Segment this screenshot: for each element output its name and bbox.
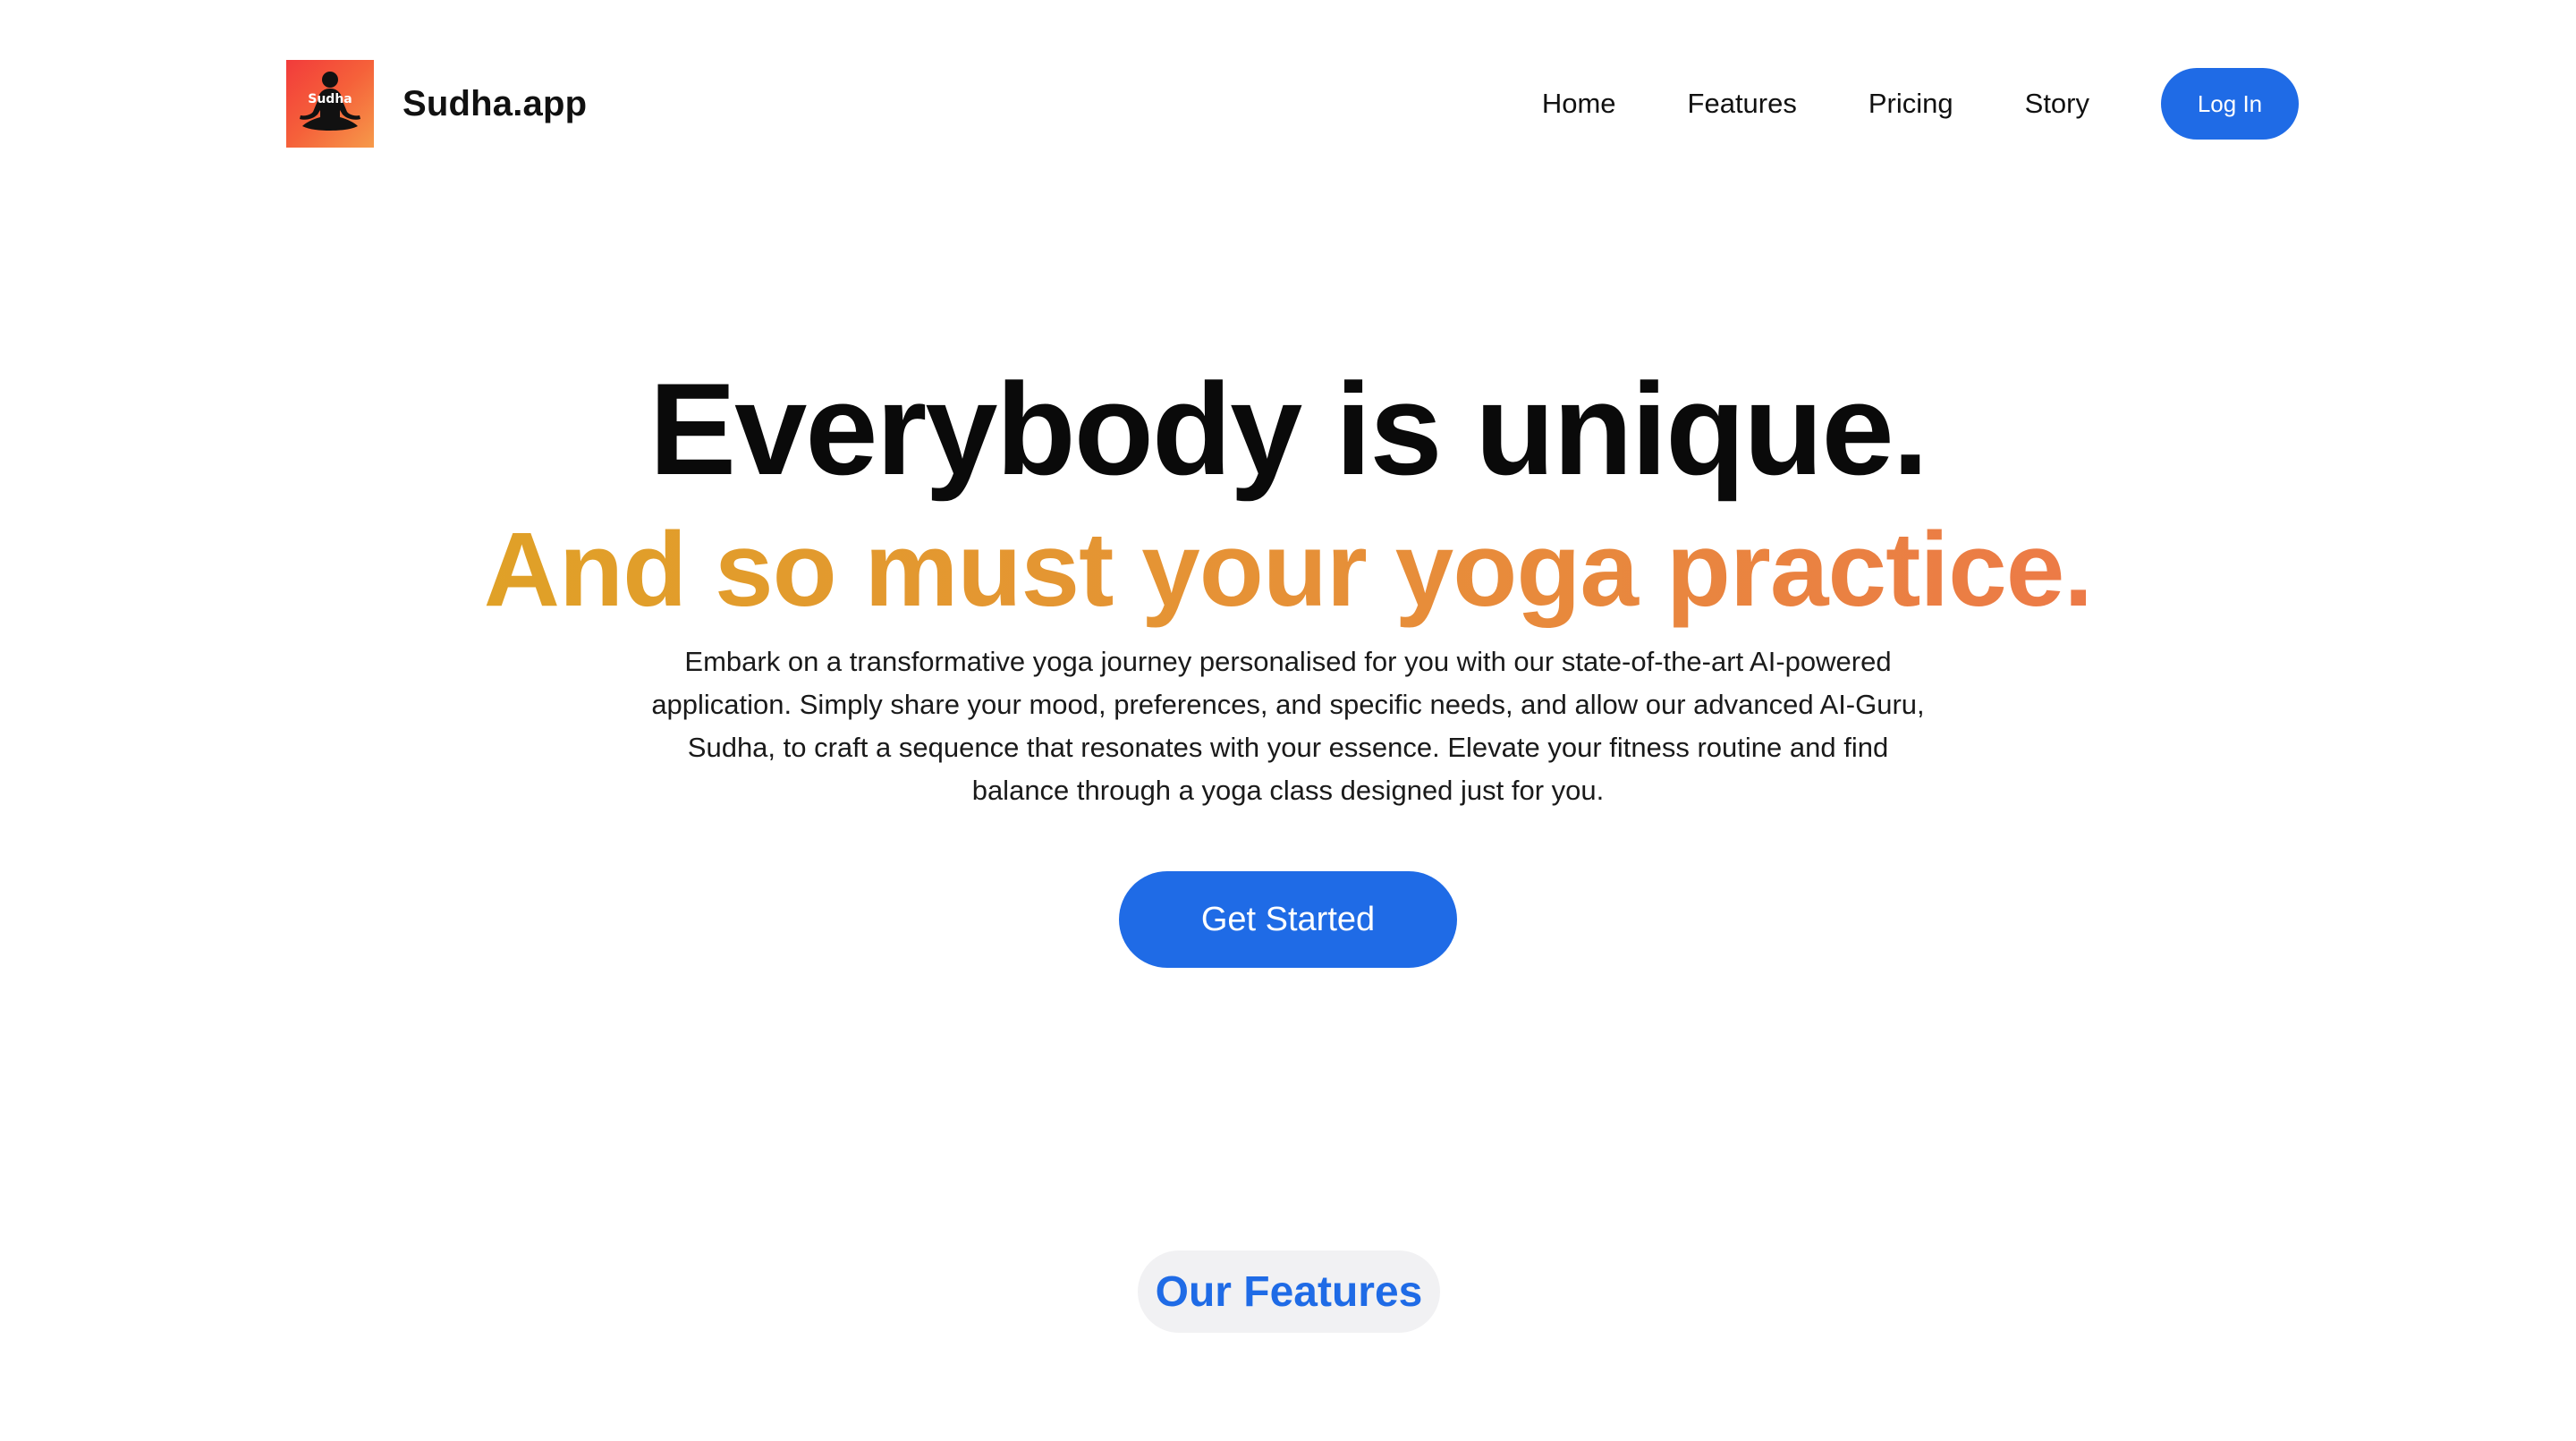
hero-subtitle: And so must your yoga practice. — [483, 511, 2093, 629]
main-nav: Home Features Pricing Story Log In — [1542, 68, 2299, 140]
nav-link-story[interactable]: Story — [2025, 88, 2089, 120]
logo-text: Sudha — [308, 92, 352, 106]
logo-meditation-icon[interactable]: Sudha — [286, 60, 374, 148]
meditation-figure-icon: Sudha — [300, 72, 360, 131]
brand[interactable]: Sudha Sudha.app — [286, 60, 587, 148]
brand-name[interactable]: Sudha.app — [402, 84, 587, 124]
features-heading: Our Features — [1138, 1250, 1440, 1333]
hero-section: Everybody is unique. And so must your yo… — [0, 358, 2576, 968]
hero-title: Everybody is unique. — [648, 356, 1928, 502]
site-header: Sudha Sudha.app Home Features Pricing St… — [286, 59, 2299, 148]
get-started-button[interactable]: Get Started — [1119, 871, 1457, 968]
nav-link-home[interactable]: Home — [1542, 88, 1616, 120]
hero-description: Embark on a transformative yoga journey … — [651, 646, 1925, 806]
nav-link-features[interactable]: Features — [1688, 88, 1797, 120]
nav-link-pricing[interactable]: Pricing — [1868, 88, 1953, 120]
login-button[interactable]: Log In — [2161, 68, 2299, 140]
